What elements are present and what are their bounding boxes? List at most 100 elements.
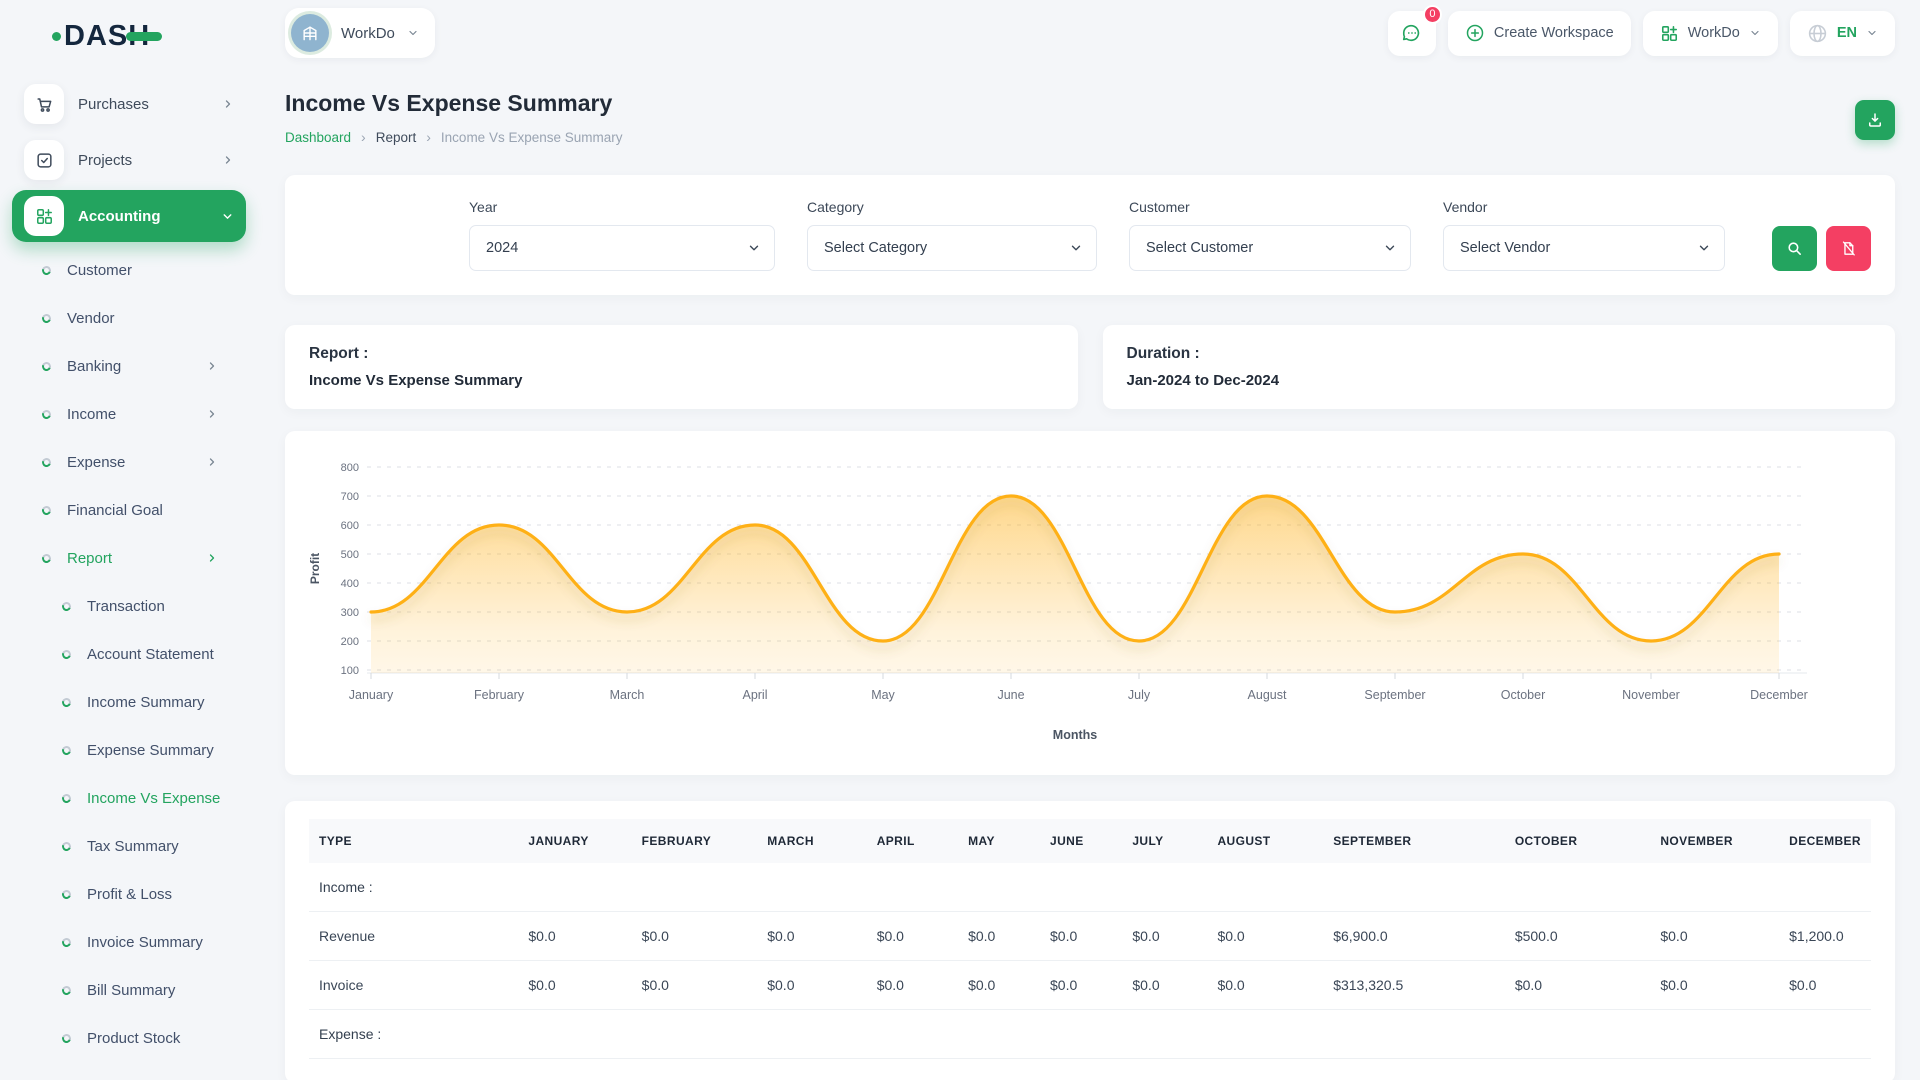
svg-text:200: 200	[341, 636, 359, 648]
section-label: Expense :	[309, 1010, 1871, 1059]
sidebar-item-label: Financial Goal	[67, 502, 163, 519]
column-header-june: JUNE	[1040, 819, 1122, 863]
reset-filter-button[interactable]	[1826, 226, 1871, 271]
vendor-select[interactable]: Select Vendor	[1443, 225, 1725, 271]
cell-invoice-august: $0.0	[1207, 961, 1323, 1010]
sidebar-item-profit-loss[interactable]: Profit & Loss	[12, 870, 246, 918]
sidebar-item-income-vs-expense[interactable]: Income Vs Expense	[12, 774, 246, 822]
column-header-october: OCTOBER	[1505, 819, 1651, 863]
sidebar-item-projects[interactable]: Projects	[12, 134, 246, 186]
svg-text:September: September	[1364, 688, 1425, 702]
svg-text:March: March	[610, 688, 645, 702]
chevron-right-icon	[206, 552, 218, 564]
breadcrumb-dashboard[interactable]: Dashboard	[285, 130, 351, 145]
sidebar-item-bill-summary[interactable]: Bill Summary	[12, 966, 246, 1014]
sidebar-item-tax-summary[interactable]: Tax Summary	[12, 822, 246, 870]
workspace-menu-label: WorkDo	[1688, 25, 1740, 41]
cell-invoice-november: $0.0	[1650, 961, 1779, 1010]
create-workspace-button[interactable]: Create Workspace	[1448, 11, 1631, 56]
year-select[interactable]: 2024	[469, 225, 775, 271]
workspace-menu-button[interactable]: WorkDo	[1643, 11, 1778, 56]
sidebar-item-expense-summary[interactable]: Expense Summary	[12, 726, 246, 774]
report-value: Income Vs Expense Summary	[309, 372, 1054, 389]
sidebar-item-vendor[interactable]: Vendor	[12, 294, 246, 342]
sidebar-item-income-summary[interactable]: Income Summary	[12, 678, 246, 726]
column-header-type: TYPE	[309, 819, 518, 863]
cart-icon	[24, 84, 64, 124]
section-label: Income :	[309, 863, 1871, 912]
cell-invoice-september: $313,320.5	[1323, 961, 1505, 1010]
reset-filter-icon	[1840, 240, 1857, 257]
svg-text:December: December	[1750, 688, 1808, 702]
column-header-july: JULY	[1122, 819, 1207, 863]
page-header: Income Vs Expense Summary Dashboard › Re…	[285, 90, 1895, 145]
breadcrumb-report[interactable]: Report	[376, 130, 417, 145]
bullet-icon	[41, 408, 53, 420]
sidebar-item-label: Report	[67, 550, 112, 567]
sidebar-item-banking[interactable]: Banking	[12, 342, 246, 390]
sidebar-item-financial-goal[interactable]: Financial Goal	[12, 486, 246, 534]
bullet-icon	[61, 936, 73, 948]
bullet-icon	[61, 888, 73, 900]
apply-filter-button[interactable]	[1772, 226, 1817, 271]
cell-revenue-september: $6,900.0	[1323, 912, 1505, 961]
table-section-income: Income :	[309, 863, 1871, 912]
svg-text:Profit: Profit	[308, 553, 322, 584]
filter-card: Year 2024 Category Select Category Custo…	[285, 175, 1895, 295]
table-row-revenue: Revenue$0.0$0.0$0.0$0.0$0.0$0.0$0.0$0.0$…	[309, 912, 1871, 961]
bullet-icon	[61, 1032, 73, 1044]
bullet-icon	[61, 696, 73, 708]
sidebar-item-label: Vendor	[67, 310, 115, 327]
bullet-icon	[41, 360, 53, 372]
cell-revenue-april: $0.0	[867, 912, 958, 961]
filter-customer: Customer Select Customer	[1129, 199, 1411, 271]
column-header-december: DECEMBER	[1779, 819, 1871, 863]
notification-badge: 0	[1423, 5, 1442, 24]
messages-button[interactable]: 0	[1388, 11, 1436, 56]
customer-label: Customer	[1129, 199, 1411, 215]
logo-dot	[52, 32, 61, 41]
filter-actions	[1772, 226, 1871, 271]
income-expense-table-card: TYPEJANUARYFEBRUARYMARCHAPRILMAYJUNEJULY…	[285, 801, 1895, 1080]
sidebar-item-income[interactable]: Income	[12, 390, 246, 438]
chevron-down-icon	[1069, 241, 1083, 255]
column-header-august: AUGUST	[1207, 819, 1323, 863]
download-icon	[1866, 111, 1884, 129]
category-select[interactable]: Select Category	[807, 225, 1097, 271]
cell-invoice-june: $0.0	[1040, 961, 1122, 1010]
cell-revenue-february: $0.0	[632, 912, 758, 961]
svg-text:May: May	[871, 688, 895, 702]
globe-icon	[1807, 23, 1828, 44]
svg-text:400: 400	[341, 578, 359, 590]
chat-bubble-icon	[1401, 22, 1423, 44]
svg-text:January: January	[349, 688, 394, 702]
income-expense-table: TYPEJANUARYFEBRUARYMARCHAPRILMAYJUNEJULY…	[309, 819, 1871, 1059]
column-header-september: SEPTEMBER	[1323, 819, 1505, 863]
column-header-february: FEBRUARY	[632, 819, 758, 863]
workspace-selector[interactable]: WorkDo	[285, 8, 435, 58]
bullet-icon	[41, 264, 53, 276]
sidebar-item-product-stock[interactable]: Product Stock	[12, 1014, 246, 1062]
svg-text:600: 600	[341, 520, 359, 532]
language-button[interactable]: EN	[1790, 11, 1895, 56]
sidebar-item-invoice-summary[interactable]: Invoice Summary	[12, 918, 246, 966]
sidebar-item-account-statement[interactable]: Account Statement	[12, 630, 246, 678]
sidebar-item-customer[interactable]: Customer	[12, 246, 246, 294]
sidebar-item-cash-flow[interactable]: Cash Flow	[12, 1062, 246, 1080]
chevron-separator-icon: ›	[361, 129, 366, 145]
app-logo[interactable]: DASH	[52, 16, 246, 56]
sidebar-item-purchases[interactable]: Purchases	[12, 78, 246, 130]
column-header-april: APRIL	[867, 819, 958, 863]
chevron-right-icon	[206, 408, 218, 420]
sidebar-item-accounting[interactable]: Accounting	[12, 190, 246, 242]
sidebar-item-report[interactable]: Report	[12, 534, 246, 582]
sidebar-item-transaction[interactable]: Transaction	[12, 582, 246, 630]
customer-select[interactable]: Select Customer	[1129, 225, 1411, 271]
cell-invoice-october: $0.0	[1505, 961, 1651, 1010]
year-value: 2024	[486, 240, 518, 256]
sidebar-item-label: Projects	[78, 152, 222, 169]
sidebar-item-label: Expense Summary	[87, 742, 214, 759]
sidebar-item-expense[interactable]: Expense	[12, 438, 246, 486]
download-report-button[interactable]	[1855, 100, 1895, 140]
cell-revenue-august: $0.0	[1207, 912, 1323, 961]
